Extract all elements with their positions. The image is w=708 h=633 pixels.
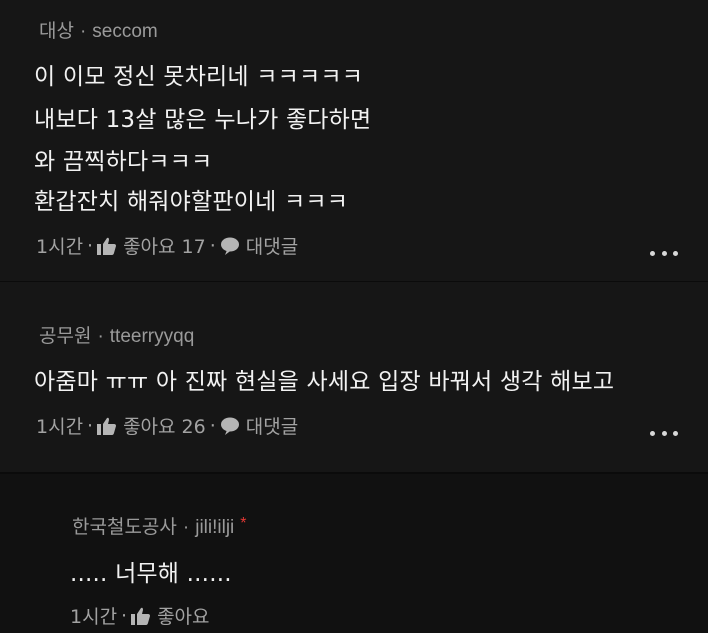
reply-item: 한국철도공사 · jili!ilji * ..... 너무해 ...... 1시간 ·… (0, 474, 708, 633)
author-name[interactable]: 공무원 (39, 326, 91, 347)
comment-actions: 1시간 · 좋아요 17 · 대댓글 (36, 232, 298, 259)
speech-bubble-icon[interactable] (220, 417, 240, 435)
author-name[interactable]: 대상 (39, 21, 74, 42)
reply-button[interactable]: 대댓글 (246, 412, 298, 439)
author-badge: * (240, 515, 247, 532)
comment-text-line: 와 끔찍하다ㅋㅋㅋ (34, 149, 213, 175)
like-button[interactable]: 좋아요 26 (123, 412, 206, 439)
more-dots-icon (650, 430, 655, 436)
comment-time: 1시간 (36, 236, 84, 258)
comment-actions: 1시간 · 좋아요 (70, 602, 210, 629)
comment-meta: 대상 · seccom (39, 16, 158, 43)
comment-text-line: 내보다 13살 많은 누나가 좋다하면 (34, 107, 372, 133)
meta-separator: · (121, 604, 128, 627)
meta-separator: · (182, 517, 190, 538)
meta-separator: · (87, 234, 94, 257)
thumbs-up-icon[interactable] (97, 237, 117, 255)
more-dot (673, 430, 678, 436)
thumbs-up-icon[interactable] (131, 607, 151, 625)
more-dots-icon (650, 250, 655, 256)
meta-separator: · (97, 326, 104, 347)
comment-actions: 1시간 · 좋아요 26 · 대댓글 (36, 412, 298, 439)
comment-item: 공무원 · tteerryyqq 아줌마 ㅠㅠ 아 진짜 현실을 사세요 입장 바꿔… (0, 282, 708, 472)
comment-text-line: 환갑잔치 해줘야할판이네 ㅋㅋㅋ (34, 189, 349, 215)
comment-item: 대상 · seccom 이 이모 정신 못차리네 ㅋㅋㅋㅋㅋ 내보다 13살 많은 … (0, 0, 708, 281)
meta-separator: · (209, 414, 216, 437)
comment-time: 1시간 (70, 606, 118, 628)
comment-text-line: 이 이모 정신 못차리네 ㅋㅋㅋㅋㅋ (34, 64, 364, 90)
meta-separator: · (79, 21, 87, 42)
meta-separator: · (209, 234, 216, 257)
author-handle[interactable]: tteerryyqq (110, 326, 194, 347)
author-handle[interactable]: seccom (92, 21, 157, 42)
thumbs-up-icon[interactable] (97, 417, 117, 435)
more-dot (661, 430, 667, 436)
comment-meta: 공무원 · tteerryyqq (39, 321, 194, 348)
comment-text-line: 아줌마 ㅠㅠ 아 진짜 현실을 사세요 입장 바꿔서 생각 해보고 (34, 369, 615, 395)
comment-meta: 한국철도공사 · jili!ilji * (72, 512, 247, 539)
reply-button[interactable]: 대댓글 (246, 232, 298, 259)
like-button[interactable]: 좋아요 17 (123, 232, 206, 259)
more-dot (673, 250, 678, 256)
author-handle[interactable]: jili!ilji (195, 517, 234, 538)
more-dot (661, 250, 667, 256)
more-options-button[interactable] (650, 428, 678, 438)
like-button[interactable]: 좋아요 (157, 602, 209, 629)
meta-separator: · (87, 414, 94, 437)
comment-time: 1시간 (36, 416, 84, 438)
author-name[interactable]: 한국철도공사 (72, 517, 177, 538)
speech-bubble-icon[interactable] (220, 237, 240, 255)
more-options-button[interactable] (650, 248, 678, 258)
comment-text-line: ..... 너무해 ...... (70, 561, 232, 587)
